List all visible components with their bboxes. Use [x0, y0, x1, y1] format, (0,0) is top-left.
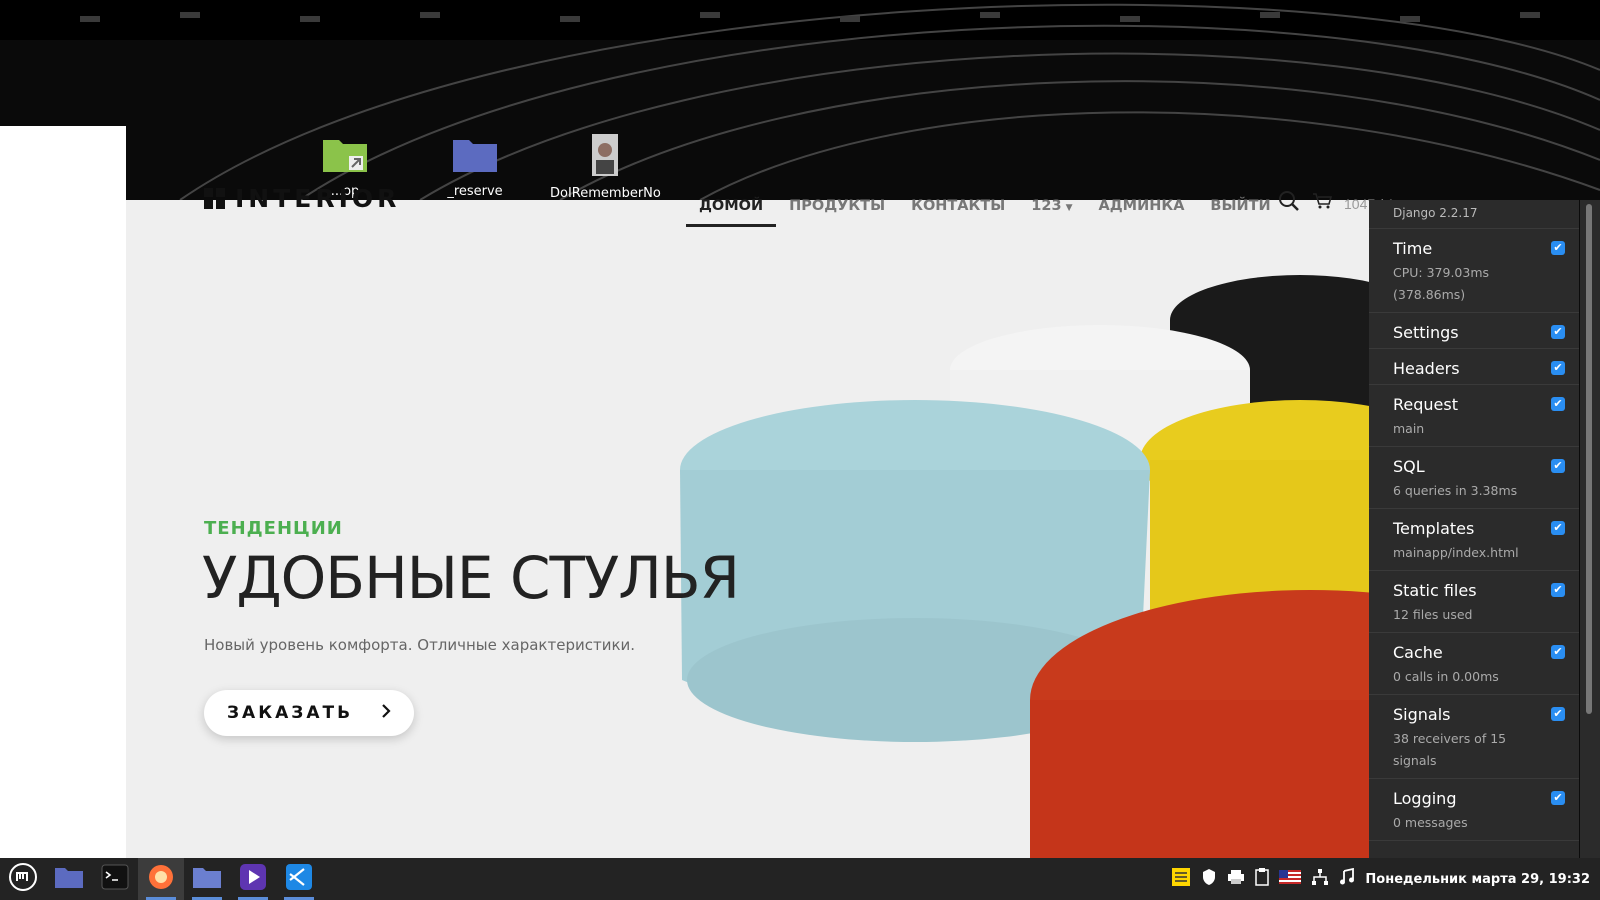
- logo-text: INTERIOR: [235, 184, 401, 213]
- djdt-panel-summary: 12 files used: [1393, 607, 1473, 622]
- panel-toggle-checkbox[interactable]: ✔: [1551, 791, 1565, 805]
- nav-dropdown-label: 123: [1031, 198, 1062, 214]
- logo-grid-icon: [204, 188, 225, 209]
- djdt-panel-summary: 38 receivers of 15 signals: [1393, 731, 1507, 768]
- scrollbar-thumb[interactable]: [1586, 204, 1592, 714]
- panel-toggle-checkbox[interactable]: ✔: [1551, 707, 1565, 721]
- taskbar-files-button-2[interactable]: [184, 858, 230, 900]
- printer-icon[interactable]: [1227, 869, 1245, 889]
- order-button[interactable]: ЗАКАЗАТЬ: [204, 690, 414, 736]
- djdt-panel-summary: main: [1393, 421, 1425, 436]
- image-file-icon: [550, 134, 660, 180]
- djdt-panel-cache[interactable]: Cache 0 calls in 0.00ms ✔: [1369, 633, 1579, 695]
- system-tray: Понедельник марта 29, 19:32: [1171, 858, 1590, 900]
- terminal-icon: [101, 864, 129, 895]
- main-navigation: ДОМОЙ ПРОДУКТЫ КОНТАКТЫ 123 ▼ АДМИНКА ВЫЙ…: [686, 196, 1284, 227]
- cart-icon[interactable]: [1312, 192, 1333, 215]
- taskbar-firefox-button[interactable]: [138, 858, 184, 900]
- djdt-panel-signals[interactable]: Signals 38 receivers of 15 signals ✔: [1369, 695, 1579, 779]
- panel-toggle-checkbox[interactable]: ✔: [1551, 325, 1565, 339]
- shield-icon[interactable]: [1201, 868, 1217, 890]
- panel-toggle-checkbox[interactable]: ✔: [1551, 397, 1565, 411]
- djdt-panel-static-files[interactable]: Static files 12 files used ✔: [1369, 571, 1579, 633]
- folder-icon: [420, 134, 530, 178]
- sound-icon[interactable]: [1339, 867, 1355, 890]
- taskbar-vscode-button[interactable]: [276, 858, 322, 900]
- djdt-panel-summary: mainapp/index.html: [1393, 545, 1519, 560]
- files-icon: [192, 865, 222, 894]
- djdt-panel-summary: 6 queries in 3.38ms: [1393, 483, 1518, 498]
- search-icon[interactable]: [1278, 190, 1300, 217]
- site-logo[interactable]: INTERIOR: [204, 184, 400, 213]
- folder-link-icon: [290, 134, 400, 178]
- djdt-panel-summary: 0 calls in 0.00ms: [1393, 669, 1499, 684]
- desktop-icon-reserve[interactable]: _reserve: [420, 134, 530, 199]
- network-icon[interactable]: [1311, 868, 1329, 890]
- djdt-panel-request[interactable]: Request main ✔: [1369, 385, 1579, 447]
- browser-left-margin: [0, 126, 126, 858]
- vscode-icon: [285, 863, 313, 896]
- firefox-icon: [147, 863, 175, 896]
- page-scrollbar[interactable]: [1580, 200, 1600, 858]
- django-version: Django 2.2.17: [1369, 200, 1579, 229]
- files-icon: [54, 865, 84, 894]
- clipboard-icon[interactable]: [1255, 868, 1270, 890]
- panel-toggle-checkbox[interactable]: ✔: [1551, 459, 1565, 473]
- menu-icon: [8, 862, 38, 897]
- djdt-panel-time[interactable]: Time CPU: 379.03ms (378.86ms) ✔: [1369, 229, 1579, 313]
- desktop-icon-label: _reserve: [447, 184, 503, 199]
- taskbar-media-button[interactable]: [230, 858, 276, 900]
- taskbar-terminal-button[interactable]: [92, 858, 138, 900]
- hero-subtitle: Новый уровень комфорта. Отличные характе…: [204, 636, 636, 654]
- django-debug-toolbar: Django 2.2.17 Time CPU: 379.03ms (378.86m…: [1369, 200, 1579, 858]
- desktop-icon-label: DoIRememberNo: [550, 186, 661, 201]
- panel-toggle-checkbox[interactable]: ✔: [1551, 241, 1565, 255]
- djdt-panel-settings[interactable]: Settings ✔: [1369, 313, 1579, 349]
- desktop-wallpaper: [0, 0, 1600, 200]
- djdt-panel-sql[interactable]: SQL 6 queries in 3.38ms ✔: [1369, 447, 1579, 509]
- media-player-icon: [239, 863, 267, 896]
- panel-toggle-checkbox[interactable]: ✔: [1551, 645, 1565, 659]
- nav-home[interactable]: ДОМОЙ: [686, 196, 777, 227]
- notes-icon[interactable]: [1171, 867, 1191, 891]
- keyboard-layout-flag-icon[interactable]: [1279, 870, 1302, 888]
- panel-toggle-checkbox[interactable]: ✔: [1551, 583, 1565, 597]
- panel-toggle-checkbox[interactable]: ✔: [1551, 521, 1565, 535]
- nav-admin[interactable]: АДМИНКА: [1086, 196, 1198, 227]
- djdt-panel-summary: CPU: 379.03ms (378.86ms): [1393, 265, 1490, 302]
- djdt-panel-logging[interactable]: Logging 0 messages ✔: [1369, 779, 1579, 841]
- chevron-right-icon: [381, 703, 391, 723]
- panel-toggle-checkbox[interactable]: ✔: [1551, 361, 1565, 375]
- nav-dropdown-123[interactable]: 123 ▼: [1018, 196, 1085, 227]
- djdt-panel-summary: 0 messages: [1393, 815, 1468, 830]
- hero-title: УДОБНЫЕ СТУЛЬЯ: [202, 544, 740, 612]
- desktop-icon-image[interactable]: DoIRememberNo: [550, 134, 661, 201]
- nav-contacts[interactable]: КОНТАКТЫ: [898, 196, 1018, 227]
- hero-kicker: ТЕНДЕНЦИИ: [204, 518, 343, 539]
- nav-logout[interactable]: ВЫЙТИ: [1197, 196, 1283, 227]
- djdt-panel-templates[interactable]: Templates mainapp/index.html ✔: [1369, 509, 1579, 571]
- hero-chairs-image: [680, 275, 1380, 858]
- taskbar-files-button[interactable]: [46, 858, 92, 900]
- chevron-down-icon: ▼: [1065, 203, 1073, 213]
- clock[interactable]: Понедельник марта 29, 19:32: [1365, 872, 1590, 887]
- djdt-panel-headers[interactable]: Headers ✔: [1369, 349, 1579, 385]
- taskbar: Понедельник марта 29, 19:32: [0, 858, 1600, 900]
- order-button-label: ЗАКАЗАТЬ: [226, 703, 354, 723]
- start-menu-button[interactable]: [0, 858, 46, 900]
- nav-products[interactable]: ПРОДУКТЫ: [776, 196, 898, 227]
